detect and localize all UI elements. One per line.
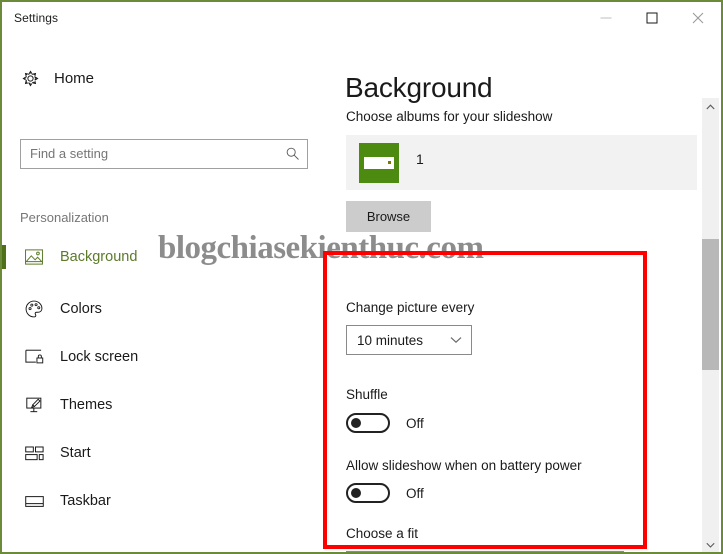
shuffle-toggle-state: Off [406, 415, 424, 431]
palette-icon [20, 300, 48, 318]
shuffle-toggle-row: Off [346, 413, 424, 433]
title-bar: Settings [2, 2, 721, 35]
album-thumbnail [359, 143, 399, 183]
chevron-down-icon [706, 542, 715, 548]
change-picture-every-label: Change picture every [346, 300, 475, 315]
maximize-button[interactable] [629, 2, 675, 34]
minimize-button[interactable] [583, 2, 629, 34]
search-box[interactable] [20, 139, 308, 169]
change-picture-interval-value: 10 minutes [357, 332, 424, 348]
sidebar-item-home-label: Home [54, 69, 95, 87]
sidebar-item-start-label: Start [60, 445, 91, 461]
search-icon[interactable] [285, 146, 300, 166]
scrollbar-up-button[interactable] [702, 98, 719, 115]
settings-window: Settings Home Find a setting Personaliza… [0, 0, 723, 554]
vertical-scrollbar[interactable] [702, 98, 719, 552]
choose-a-fit-label: Choose a fit [346, 526, 419, 541]
change-picture-interval-dropdown[interactable]: 10 minutes [346, 325, 472, 355]
album-list: 1 [346, 135, 697, 190]
album-thumbnail-band [364, 157, 394, 169]
lock-screen-icon [20, 349, 48, 365]
sidebar-item-taskbar[interactable]: Taskbar [2, 482, 322, 520]
sidebar-item-taskbar-label: Taskbar [60, 493, 111, 509]
scrollbar-thumb[interactable] [702, 239, 719, 370]
start-tiles-icon [20, 445, 48, 461]
sidebar-item-themes[interactable]: Themes [2, 386, 322, 424]
sidebar-item-background[interactable]: Background [2, 238, 322, 276]
shuffle-toggle[interactable] [346, 413, 390, 433]
close-button[interactable] [675, 2, 721, 34]
gear-icon [16, 69, 44, 87]
album-thumbnail-dot [388, 161, 391, 164]
themes-brush-icon [20, 396, 48, 414]
sidebar-item-home[interactable]: Home [16, 63, 316, 93]
main-content: Background Choose albums for your slides… [337, 35, 697, 552]
close-icon [692, 12, 704, 24]
sidebar-item-colors[interactable]: Colors [2, 290, 322, 328]
sidebar: Home Personalization Backgrou [2, 35, 337, 552]
scrollbar-down-button[interactable] [702, 536, 719, 552]
window-title: Settings [14, 11, 59, 25]
chevron-up-icon [706, 103, 715, 109]
search-input[interactable] [30, 146, 270, 161]
sidebar-item-start[interactable]: Start [2, 434, 322, 472]
chevron-down-icon [450, 336, 462, 344]
shuffle-label: Shuffle [346, 387, 388, 402]
taskbar-icon [20, 495, 48, 508]
battery-toggle[interactable] [346, 483, 390, 503]
browse-button[interactable]: Browse [346, 201, 431, 232]
sidebar-item-lock-screen-label: Lock screen [60, 349, 139, 365]
minimize-icon [600, 17, 612, 19]
picture-icon [20, 249, 48, 265]
sidebar-item-themes-label: Themes [60, 397, 113, 413]
sidebar-item-lock-screen[interactable]: Lock screen [2, 338, 322, 376]
maximize-icon [646, 12, 658, 24]
selected-accent-bar [2, 245, 6, 269]
choose-albums-label: Choose albums for your slideshow [346, 109, 553, 124]
battery-toggle-row: Off [346, 483, 424, 503]
album-name: 1 [416, 151, 424, 167]
page-title: Background [345, 71, 493, 103]
shuffle-toggle-knob [351, 418, 361, 428]
battery-toggle-knob [351, 488, 361, 498]
sidebar-item-background-label: Background [60, 249, 138, 265]
battery-slideshow-label: Allow slideshow when on battery power [346, 458, 582, 473]
choose-a-fit-dropdown[interactable]: Fill [346, 551, 624, 552]
sidebar-section-label: Personalization [20, 210, 109, 225]
battery-toggle-state: Off [406, 485, 424, 501]
sidebar-item-colors-label: Colors [60, 301, 102, 317]
